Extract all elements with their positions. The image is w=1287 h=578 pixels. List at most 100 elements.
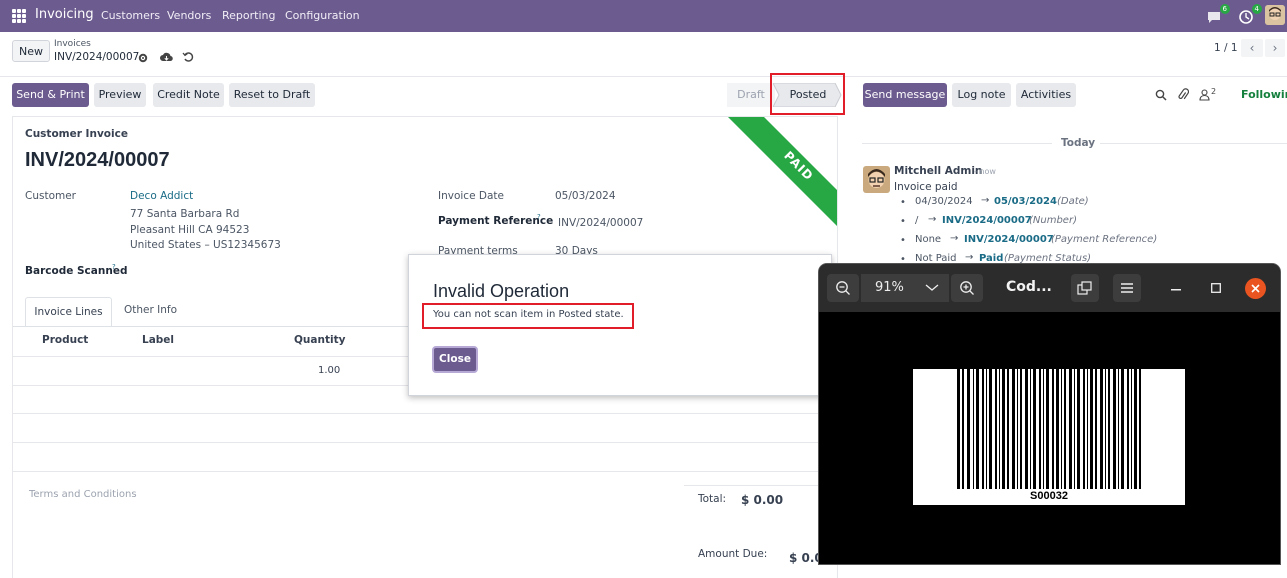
viewer-title: Cod... (1006, 279, 1052, 295)
top-navbar: Invoicing Customers Vendors Reporting Co… (0, 0, 1287, 32)
barcode-tooltip-icon[interactable]: ? (112, 263, 116, 271)
pager-value[interactable]: 1 / 1 (1214, 42, 1238, 54)
arrow-icon: → (965, 252, 974, 263)
paid-ribbon (728, 117, 837, 226)
pager-prev-icon[interactable]: ‹ (1241, 39, 1263, 57)
messages-count: 6 (1219, 4, 1230, 14)
gear-icon[interactable] (138, 53, 148, 63)
message-body: Invoice paid (894, 181, 958, 193)
day-label: Today (1061, 137, 1096, 149)
tab-invoice-lines[interactable]: Invoice Lines (25, 297, 112, 327)
send-print-button[interactable]: Send & Print (12, 83, 89, 107)
payment-reference-label: Payment Reference (438, 215, 554, 227)
invoice-type: Customer Invoice (25, 128, 128, 140)
posted-highlight (770, 73, 845, 115)
log-note-button[interactable]: Log note (952, 83, 1011, 107)
activities-icon[interactable]: 4 (1238, 4, 1262, 25)
invoice-date-field[interactable]: 05/03/2024 (555, 190, 616, 202)
totals-divider (684, 485, 837, 486)
column-quantity[interactable]: Quantity (294, 334, 345, 346)
tracking-new-value: INV/2024/00007 (964, 234, 1054, 245)
menu-reporting[interactable]: Reporting (222, 9, 275, 22)
messages-icon[interactable]: 6 (1206, 4, 1230, 25)
invalid-operation-dialog: Invalid Operation You can not scan item … (408, 254, 832, 396)
dialog-title: Invalid Operation (433, 281, 570, 301)
preview-button[interactable]: Preview (94, 83, 146, 107)
arrow-icon: → (928, 214, 937, 225)
following-status[interactable]: Following (1241, 88, 1287, 101)
menu-configuration[interactable]: Configuration (285, 9, 360, 22)
terms-conditions-field[interactable]: Terms and Conditions (29, 489, 137, 500)
reset-to-draft-button[interactable]: Reset to Draft (229, 83, 315, 107)
close-button[interactable]: Close (432, 346, 478, 373)
zoom-level[interactable]: 91% (875, 280, 904, 295)
paperclip-icon[interactable] (1177, 88, 1189, 102)
menu-customers[interactable]: Customers (101, 9, 160, 22)
search-icon[interactable] (1155, 89, 1167, 101)
tab-other-info[interactable]: Other Info (124, 304, 177, 316)
amount-due-label: Amount Due: (698, 548, 768, 560)
menu-vendors[interactable]: Vendors (167, 9, 211, 22)
app-name[interactable]: Invoicing (35, 7, 94, 22)
column-product[interactable]: Product (42, 334, 88, 346)
apps-menu-icon[interactable] (12, 9, 26, 23)
customer-link[interactable]: Deco Addict (130, 190, 193, 202)
barcode-image: S00032 (913, 369, 1185, 505)
tracking-field: (Date) (1057, 196, 1089, 207)
tracking-field: (Payment Reference) (1051, 234, 1158, 245)
zoom-out-icon[interactable] (827, 274, 859, 302)
arrow-icon: → (950, 233, 959, 244)
tracking-old-value: None (915, 234, 942, 245)
close-window-icon[interactable] (1245, 278, 1266, 299)
control-panel: New Invoices INV/2024/00007 1 / 1 ‹ › (0, 32, 1287, 77)
message-highlight (422, 303, 634, 329)
tracking-new-value: 05/03/2024 (994, 196, 1057, 207)
row-divider (13, 442, 837, 443)
message-author[interactable]: Mitchell Admin (894, 165, 982, 177)
send-message-button[interactable]: Send message (863, 83, 947, 107)
chevron-down-icon[interactable] (925, 284, 939, 292)
followers-icon[interactable] (1199, 89, 1210, 101)
followers-count: 2 (1211, 87, 1217, 96)
pager-next-icon[interactable]: › (1265, 39, 1285, 57)
cloud-save-icon[interactable] (160, 51, 173, 63)
day-divider (1100, 143, 1287, 144)
credit-note-button[interactable]: Credit Note (153, 83, 224, 107)
maximize-icon[interactable] (1211, 283, 1221, 293)
payment-reference-field[interactable]: INV/2024/00007 (558, 217, 643, 229)
customer-address-line: 77 Santa Barbara Rd (130, 208, 240, 220)
new-button[interactable]: New (12, 40, 50, 62)
row-quantity[interactable]: 1.00 (318, 365, 340, 376)
user-avatar[interactable] (1265, 5, 1285, 25)
customer-address-line: United States – US12345673 (130, 239, 281, 251)
zoom-combo[interactable]: 91% (861, 274, 949, 302)
tracking-new-value: Paid (979, 253, 1004, 264)
hamburger-menu-icon[interactable] (1113, 274, 1141, 302)
discard-icon[interactable] (182, 51, 194, 63)
total-value: $ 0.00 (741, 493, 784, 507)
activities-count: 4 (1251, 4, 1262, 14)
arrow-icon: → (981, 195, 990, 206)
tracking-field: (Number) (1029, 215, 1077, 226)
invoice-date-label: Invoice Date (438, 190, 504, 202)
tracking-old-value: 04/30/2024 (915, 196, 973, 207)
dual-page-icon[interactable] (1071, 274, 1099, 302)
document-viewer-window: 91% Cod... S00032 (819, 264, 1280, 564)
minimize-icon[interactable] (1171, 289, 1181, 291)
tracking-new-value: INV/2024/00007 (942, 215, 1032, 226)
record-name: INV/2024/00007 (54, 51, 140, 63)
day-divider (862, 143, 1052, 144)
customer-address-line: Pleasant Hill CA 94523 (130, 224, 250, 236)
zoom-in-icon[interactable] (951, 274, 983, 302)
column-label[interactable]: Label (142, 334, 174, 346)
tracking-list: • 04/30/2024 → 05/03/2024 (Date) • / → I… (900, 195, 1158, 265)
tracking-old-value: / (915, 215, 919, 226)
status-draft[interactable]: Draft (727, 83, 775, 107)
row-divider (13, 471, 837, 472)
viewer-headerbar[interactable]: 91% Cod... (819, 264, 1280, 312)
customer-label: Customer (25, 190, 77, 202)
payment-ref-tooltip-icon[interactable]: ? (537, 213, 541, 221)
activities-button[interactable]: Activities (1016, 83, 1076, 107)
breadcrumb-invoices[interactable]: Invoices (54, 39, 91, 49)
author-avatar[interactable] (863, 166, 890, 193)
